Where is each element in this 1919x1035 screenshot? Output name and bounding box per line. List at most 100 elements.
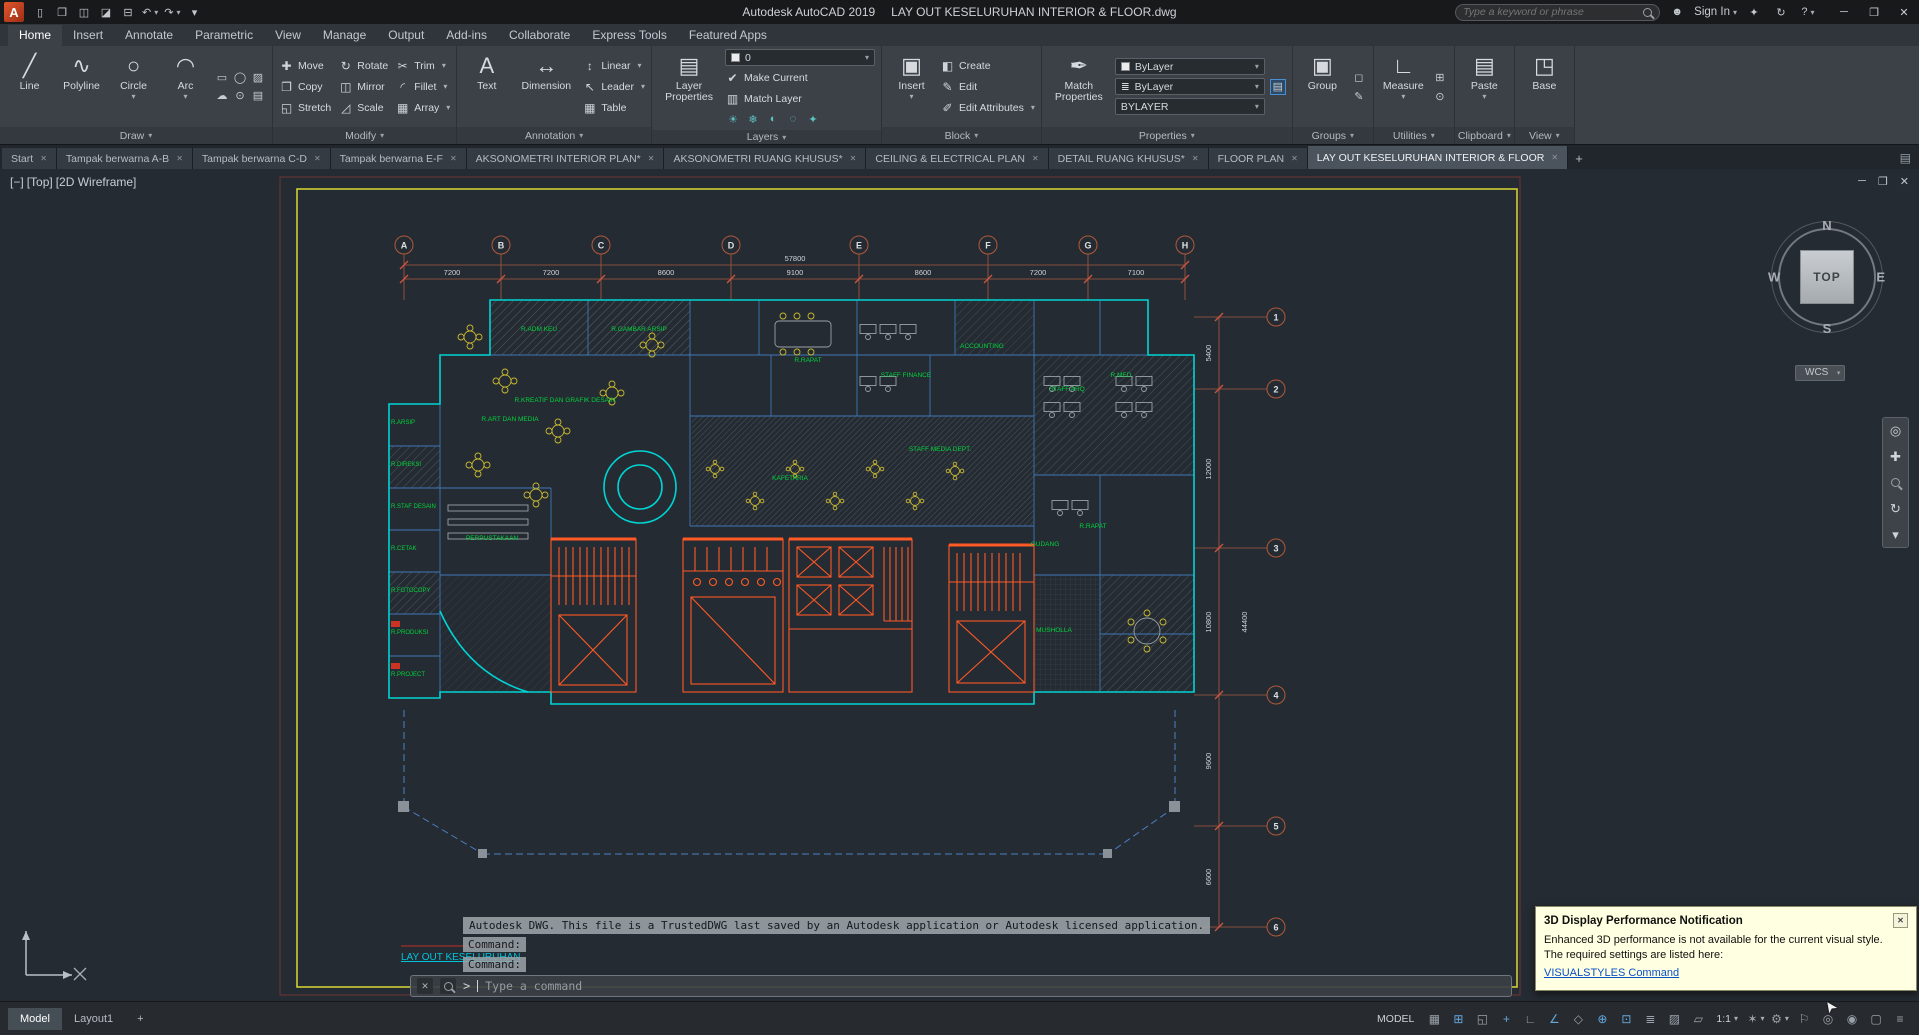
panel-label-block[interactable]: Block [882, 127, 1041, 144]
layer-dropdown[interactable]: 0 [725, 49, 876, 66]
elevator-bank[interactable] [789, 546, 912, 630]
arc-tool-button[interactable]: ◠ Arc [162, 49, 209, 124]
tab-close-icon[interactable]: ✕ [850, 154, 857, 163]
polar-tracking-icon[interactable]: ∠ [1543, 1008, 1565, 1030]
ribbon-tab[interactable]: Insert [62, 25, 114, 46]
panel-label-draw[interactable]: Draw [0, 127, 272, 144]
autocad-logo[interactable]: A [4, 2, 24, 22]
svg-text:3[interactable]: 3 [1273, 544, 1278, 554]
rotate-tool-button[interactable]: ↻ Rotate [338, 57, 388, 75]
viewcube-east[interactable]: E [1876, 270, 1885, 285]
hatch-icon[interactable]: ▨ [250, 70, 266, 86]
file-tab[interactable]: AKSONOMETRI RUANG KHUSUS* ✕ [664, 148, 867, 169]
svg-text:8600[interactable]: 8600 [915, 268, 932, 277]
svg-text:9100[interactable]: 9100 [787, 268, 804, 277]
navbar-more-icon[interactable]: ▾ [1883, 525, 1908, 544]
file-tab[interactable]: Start ✕ [2, 148, 57, 169]
gradient-icon[interactable]: ▤ [250, 88, 266, 104]
floor-plan-drawing[interactable]: A B C D E F G H 7200 7200 8600 9100 8600… [0, 169, 1919, 1001]
tab-overflow-icon[interactable]: ▤ [1900, 151, 1911, 165]
tab-close-icon[interactable]: ✕ [648, 154, 655, 163]
svg-text:B[interactable]: B [498, 241, 505, 251]
model-tab[interactable]: Model [8, 1007, 62, 1030]
file-tab[interactable]: Tampak berwarna C-D ✕ [192, 148, 331, 169]
search-input[interactable] [1463, 6, 1638, 18]
group-button[interactable]: ▣ Group [1299, 49, 1346, 124]
svg-text:12000[interactable]: 12000 [1204, 459, 1213, 480]
layer-isolate-icon[interactable]: ◌ [785, 111, 801, 127]
viewport-menu-control[interactable]: [−] [10, 175, 24, 189]
panel-label-utilities[interactable]: Utilities [1373, 127, 1454, 144]
make-current-button[interactable]: ✔ Make Current [725, 69, 875, 87]
selection-cycling-icon[interactable]: ▱ [1687, 1008, 1709, 1030]
undo-icon[interactable]: ↶ [140, 2, 160, 22]
orbit-icon[interactable]: ↻ [1883, 499, 1908, 518]
quick-calc-icon[interactable]: ⊞ [1432, 69, 1448, 85]
search-icon[interactable] [1643, 7, 1653, 17]
viewcube-north[interactable]: N [1822, 218, 1831, 233]
edit-attributes-button[interactable]: ✐ Edit Attributes [940, 99, 1035, 117]
file-tab[interactable]: LAY OUT KESELURUHAN INTERIOR & FLOOR ✕ [1307, 146, 1569, 169]
svg-text:F[interactable]: F [985, 241, 991, 251]
fire-equipment-symbol[interactable] [391, 621, 400, 627]
help-icon[interactable]: ? [1798, 2, 1818, 22]
autodesk-account-icon[interactable]: ☻ [1667, 2, 1687, 22]
tab-close-icon[interactable]: ✕ [450, 154, 457, 163]
drawing-canvas[interactable]: A B C D E F G H 7200 7200 8600 9100 8600… [0, 169, 1919, 1001]
svg-text:5[interactable]: 5 [1273, 822, 1278, 832]
svg-text:6600[interactable]: 6600 [1204, 869, 1213, 886]
rectangle-icon[interactable]: ▭ [214, 70, 230, 86]
measure-button[interactable]: ∟ Measure [1380, 49, 1427, 124]
stair-elevator-cores[interactable] [550, 537, 1035, 693]
layout1-tab[interactable]: Layout1 [62, 1008, 125, 1030]
match-properties-button[interactable]: ✒ Match Properties [1048, 49, 1110, 124]
ribbon-tab[interactable]: View [264, 25, 312, 46]
ortho-mode-icon[interactable]: ∟ [1519, 1008, 1541, 1030]
mirror-tool-button[interactable]: ◫ Mirror [338, 78, 388, 96]
new-file-icon[interactable]: ▯ [30, 2, 50, 22]
layer-new-icon[interactable]: ✦ [805, 111, 821, 127]
tab-close-icon[interactable]: ✕ [1551, 153, 1558, 162]
clean-screen-icon[interactable]: ▢ [1865, 1008, 1887, 1030]
tab-close-icon[interactable]: ✕ [40, 154, 47, 163]
file-tab[interactable]: CEILING & ELECTRICAL PLAN ✕ [866, 148, 1049, 169]
svg-text:7200[interactable]: 7200 [1030, 268, 1047, 277]
command-input-hint[interactable]: Type a command [485, 979, 582, 993]
close-button[interactable]: ✕ [1889, 0, 1919, 24]
column-grid-top[interactable]: A B C D E F G H 7200 7200 8600 9100 8600… [394, 235, 1195, 300]
svg-text:10800[interactable]: 10800 [1204, 612, 1213, 633]
file-tab[interactable]: AKSONOMETRI INTERIOR PLAN* ✕ [466, 148, 665, 169]
app-store-icon[interactable]: ✦ [1744, 2, 1764, 22]
transparency-icon[interactable]: ▨ [1663, 1008, 1685, 1030]
circle-tool-button[interactable]: ○ Circle [110, 49, 157, 124]
floor-hatching[interactable] [389, 300, 1194, 692]
lineweight-display-icon[interactable]: ≣ [1639, 1008, 1661, 1030]
panel-label-modify[interactable]: Modify [273, 127, 457, 144]
svg-text:1[interactable]: 1 [1273, 313, 1278, 323]
wcs-dropdown[interactable]: WCS [1795, 365, 1846, 381]
doc-close-button[interactable]: ✕ [1900, 175, 1909, 188]
svg-text:5400[interactable]: 5400 [1204, 345, 1213, 362]
revision-cloud-icon[interactable]: ☁ [214, 88, 230, 104]
polyline-tool-button[interactable]: ∿ Polyline [58, 49, 105, 124]
grid-icon[interactable]: ▦ [1423, 1008, 1445, 1030]
ribbon-tab[interactable]: Express Tools [581, 25, 677, 46]
visualstyles-command-link[interactable]: VISUALSTYLES Command [1544, 966, 1679, 981]
svg-text:G[interactable]: G [1084, 241, 1091, 251]
ribbon-tab[interactable]: Parametric [184, 25, 264, 46]
group-edit-icon[interactable]: ✎ [1351, 88, 1367, 104]
file-tab[interactable]: Tampak berwarna A-B ✕ [56, 148, 193, 169]
svg-text:C[interactable]: C [598, 241, 605, 251]
panel-label-annotation[interactable]: Annotation [457, 127, 652, 144]
recent-commands-icon[interactable] [440, 978, 456, 994]
tab-close-icon[interactable]: ✕ [176, 154, 183, 163]
isolate-objects-icon[interactable]: ◎ [1817, 1008, 1839, 1030]
svg-text:7100[interactable]: 7100 [1128, 268, 1145, 277]
svg-text:7200[interactable]: 7200 [543, 268, 560, 277]
isometric-drafting-icon[interactable]: ◇ [1567, 1008, 1589, 1030]
scale-tool-button[interactable]: ◿ Scale [338, 99, 388, 117]
svg-text:A[interactable]: A [401, 241, 408, 251]
tab-close-icon[interactable]: ✕ [1032, 154, 1039, 163]
ribbon-tab[interactable]: Add-ins [435, 25, 498, 46]
ribbon-tab[interactable]: Output [377, 25, 435, 46]
